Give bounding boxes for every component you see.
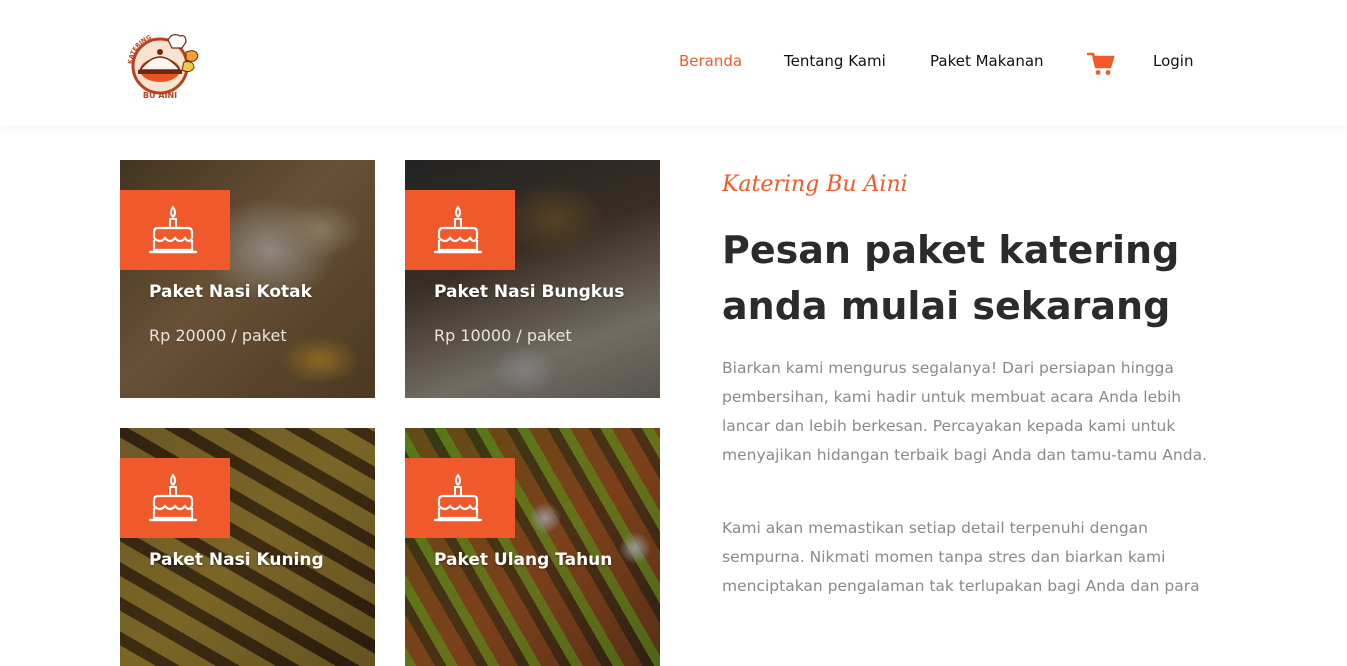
package-title: Paket Nasi Kotak [149,282,312,302]
logo-icon: KATERING BU AINI [127,34,199,100]
site-header: KATERING BU AINI Beranda Tentang Kami Pa… [0,0,1347,126]
package-badge [405,458,515,538]
cart-button[interactable] [1086,51,1115,77]
package-title: Paket Nasi Bungkus [434,282,625,302]
package-price: Rp 20000 / paket [149,326,287,345]
package-badge [120,190,230,270]
hero-headline: Pesan paket katering anda mulai sekarang [722,228,1180,328]
package-badge [120,458,230,538]
birthday-cake-icon [148,473,197,522]
nav-paket-makanan[interactable]: Paket Makanan [930,52,1044,70]
brand-logo[interactable]: KATERING BU AINI [124,26,204,102]
package-card-nasi-bungkus[interactable]: Paket Nasi Bungkus Rp 10000 / paket [405,160,660,398]
birthday-cake-icon [433,473,482,522]
hero-paragraph-2: Kami akan memastikan setiap detail terpe… [722,519,1200,595]
hero-kicker: Katering Bu Aini [722,172,908,197]
package-title: Paket Ulang Tahun [434,550,613,570]
logo-bottom-text: BU AINI [143,91,177,100]
package-badge [405,190,515,270]
hero-paragraph-1: Biarkan kami mengurus segalanya! Dari pe… [722,359,1208,464]
package-card-ulang-tahun[interactable]: Paket Ulang Tahun [405,428,660,666]
birthday-cake-icon [148,205,197,254]
package-title: Paket Nasi Kuning [149,550,324,570]
nav-tentang-kami[interactable]: Tentang Kami [784,52,886,70]
shopping-cart-icon [1086,52,1115,75]
nav-login[interactable]: Login [1153,52,1193,70]
package-card-nasi-kotak[interactable]: Paket Nasi Kotak Rp 20000 / paket [120,160,375,398]
package-price: Rp 10000 / paket [434,326,572,345]
birthday-cake-icon [433,205,482,254]
nav-beranda[interactable]: Beranda [679,52,742,70]
package-card-nasi-kuning[interactable]: Paket Nasi Kuning [120,428,375,666]
